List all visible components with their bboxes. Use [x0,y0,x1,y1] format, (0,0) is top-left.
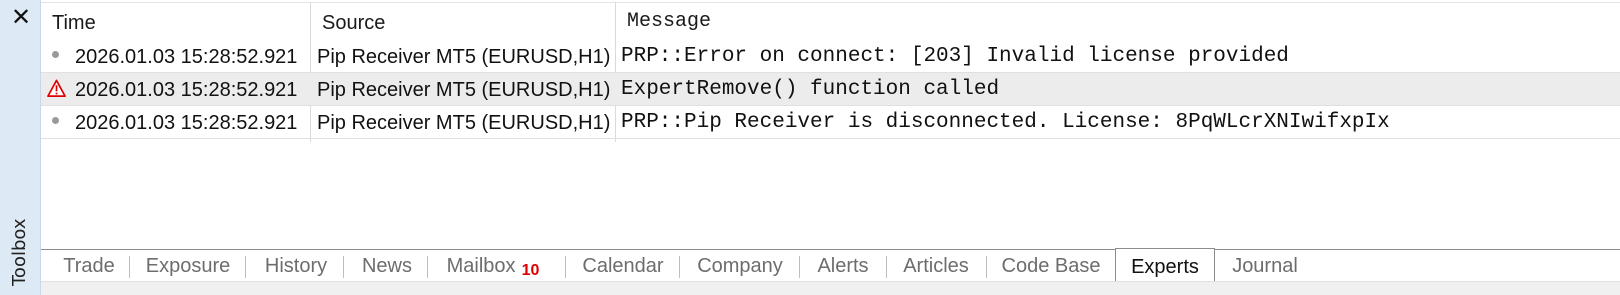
tab-separator [679,256,680,278]
tab-separator [565,256,566,278]
tab-calendar[interactable]: Calendar [571,250,675,281]
log-time: 2026.01.03 15:28:52.921 [75,79,298,101]
bullet-icon [52,117,59,124]
log-row[interactable]: 2026.01.03 15:28:52.921 Pip Receiver MT5… [41,106,1620,139]
tab-trade[interactable]: Trade [49,250,129,281]
bottom-strip [41,281,1620,295]
tab-separator [343,256,344,278]
close-icon[interactable]: ✕ [9,5,33,29]
tab-experts[interactable]: Experts [1115,248,1215,283]
tab-mailbox-label: Mailbox [446,255,516,277]
column-header-message[interactable]: Message [616,3,711,41]
tab-separator [986,256,987,278]
column-header-source[interactable]: Source [311,3,385,41]
tab-alerts[interactable]: Alerts [803,250,883,281]
unread-badge: 10 [521,262,540,279]
log-grid: Time Source Message 2026.01.03 15:28:52.… [41,0,1620,250]
column-header-time[interactable]: Time [41,3,96,41]
warning-icon [47,79,66,97]
log-message: ExpertRemove() function called [621,78,1000,101]
tab-exposure[interactable]: Exposure [133,250,243,281]
log-row[interactable]: 2026.01.03 15:28:52.921 Pip Receiver MT5… [41,40,1620,73]
bullet-icon [52,51,59,58]
toolbox-tab-bar: Trade Exposure History News Mailbox 10 Ca… [41,248,1620,283]
tab-separator [245,256,246,278]
log-row[interactable]: 2026.01.03 15:28:52.921 Pip Receiver MT5… [41,73,1620,106]
log-message: PRP::Pip Receiver is disconnected. Licen… [621,111,1390,134]
tab-mailbox[interactable]: Mailbox 10 [433,250,553,281]
log-source: Pip Receiver MT5 (EURUSD,H1) [317,112,611,134]
tab-separator [129,256,130,278]
tab-history[interactable]: History [249,250,343,281]
tab-articles[interactable]: Articles [890,250,982,281]
log-message: PRP::Error on connect: [203] Invalid lic… [621,45,1289,68]
tab-journal[interactable]: Journal [1219,250,1311,281]
log-time: 2026.01.03 15:28:52.921 [75,112,298,134]
tab-separator [427,256,428,278]
toolbox-sidebar: ✕ Toolbox [0,0,41,295]
log-time: 2026.01.03 15:28:52.921 [75,46,298,68]
log-source: Pip Receiver MT5 (EURUSD,H1) [317,79,611,101]
tab-company[interactable]: Company [683,250,797,281]
column-header-row: Time Source Message [41,2,1620,40]
log-source: Pip Receiver MT5 (EURUSD,H1) [317,46,611,68]
tab-news[interactable]: News [347,250,427,281]
tab-separator [799,256,800,278]
tab-code-base[interactable]: Code Base [990,250,1112,281]
toolbox-label: Toolbox [9,218,30,287]
tab-separator [886,256,887,278]
